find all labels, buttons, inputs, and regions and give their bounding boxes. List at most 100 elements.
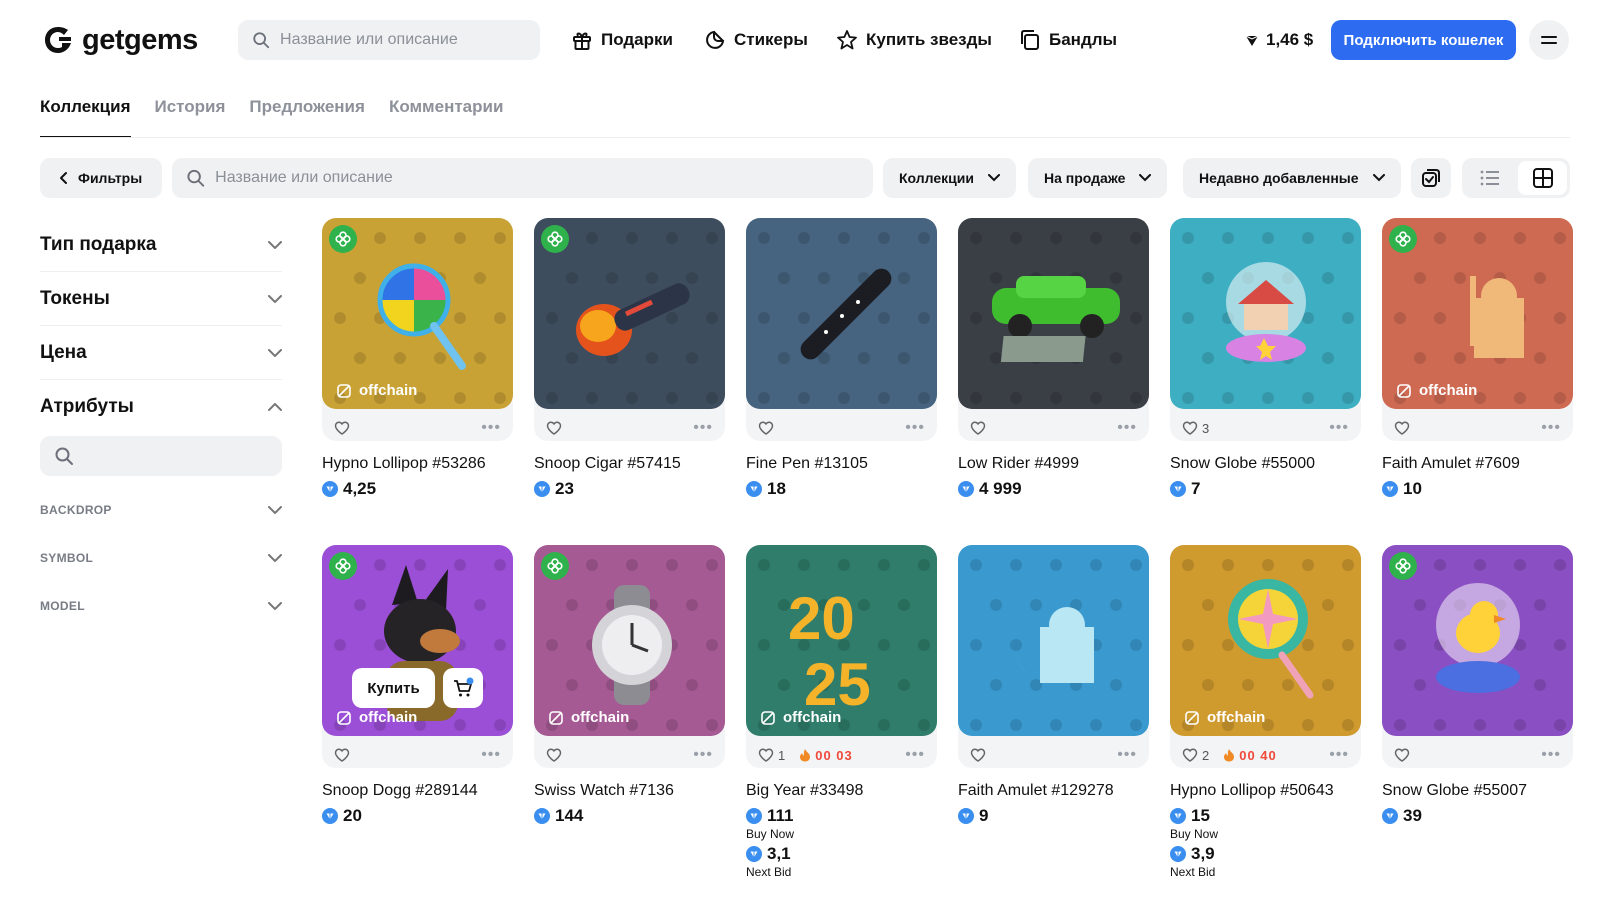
like-button[interactable] bbox=[334, 748, 354, 762]
like-button[interactable] bbox=[758, 421, 778, 435]
gift-card[interactable]: ••• Low Rider #4999 4 999 bbox=[958, 218, 1149, 499]
like-button[interactable]: 2 bbox=[1182, 748, 1209, 763]
connect-wallet-button[interactable]: Подключить кошелек bbox=[1331, 20, 1516, 60]
more-options-button[interactable]: ••• bbox=[905, 746, 925, 764]
select-mode-button[interactable] bbox=[1411, 158, 1451, 198]
clover-badge-icon bbox=[547, 231, 563, 247]
more-options-button[interactable]: ••• bbox=[1117, 746, 1137, 764]
gift-card[interactable]: 20 25 offchain 1 00 03 ••• Big Year #33498 111 B… bbox=[746, 545, 937, 879]
like-button[interactable] bbox=[546, 421, 566, 435]
gift-image[interactable]: offchain bbox=[534, 545, 725, 736]
gift-card[interactable]: ••• Snoop Cigar #57415 23 bbox=[534, 218, 725, 499]
gift-card[interactable]: offchain ••• Faith Amulet #7609 10 bbox=[1382, 218, 1573, 499]
like-button[interactable] bbox=[1394, 748, 1414, 762]
filter-gift-type[interactable]: Тип подарка bbox=[40, 218, 282, 272]
profile-tabs: Коллекция История Предложения Комментари… bbox=[40, 96, 503, 138]
chevron-down-icon bbox=[268, 348, 282, 357]
gift-price-value: 23 bbox=[555, 479, 574, 498]
more-options-button[interactable]: ••• bbox=[905, 419, 925, 437]
tab-collection[interactable]: Коллекция bbox=[40, 96, 131, 138]
gift-image[interactable]: 20 25 offchain bbox=[746, 545, 937, 736]
gift-image[interactable] bbox=[1170, 218, 1361, 409]
like-button[interactable] bbox=[970, 421, 990, 435]
gift-image[interactable]: offchain bbox=[322, 218, 513, 409]
offchain-tag: offchain bbox=[336, 709, 417, 726]
collections-dropdown[interactable]: Коллекции bbox=[883, 158, 1016, 198]
more-options-button[interactable]: ••• bbox=[1541, 746, 1561, 764]
nav-buy-stars-label: Купить звезды bbox=[866, 30, 992, 49]
sort-dropdown[interactable]: Недавно добавленные bbox=[1183, 158, 1401, 198]
filter-price[interactable]: Цена bbox=[40, 326, 282, 380]
more-options-button[interactable]: ••• bbox=[1329, 746, 1349, 764]
filters-label: Фильтры bbox=[78, 170, 143, 186]
top-search-input[interactable] bbox=[280, 31, 540, 49]
wallet-balance[interactable]: 1,46 $ bbox=[1244, 20, 1313, 60]
filters-button[interactable]: Фильтры bbox=[40, 158, 162, 198]
gift-image[interactable]: offchain bbox=[1382, 218, 1573, 409]
add-to-cart-button[interactable] bbox=[443, 668, 483, 708]
gift-card[interactable]: offchain ••• Swiss Watch #7136 144 bbox=[534, 545, 725, 826]
gift-card[interactable]: ••• Snow Globe #55007 39 bbox=[1382, 545, 1573, 826]
like-count: 1 bbox=[778, 747, 786, 763]
gift-price-value: 9 bbox=[979, 806, 989, 825]
bundle-icon bbox=[1021, 30, 1039, 50]
attribute-symbol[interactable]: SYMBOL bbox=[40, 534, 282, 582]
like-button[interactable]: 3 bbox=[1182, 421, 1209, 436]
heart-icon bbox=[1182, 421, 1198, 435]
attribute-model[interactable]: MODEL bbox=[40, 582, 282, 630]
gift-card[interactable]: ••• Faith Amulet #129278 9 bbox=[958, 545, 1149, 826]
gift-card[interactable]: 3 ••• Snow Globe #55000 7 bbox=[1170, 218, 1361, 499]
tab-history[interactable]: История bbox=[155, 96, 226, 138]
more-options-button[interactable]: ••• bbox=[1541, 419, 1561, 437]
list-view-button[interactable] bbox=[1465, 161, 1514, 195]
offchain-label: offchain bbox=[359, 382, 418, 399]
grid-view-button[interactable] bbox=[1518, 161, 1567, 195]
gift-name: Hypno Lollipop #53286 bbox=[322, 455, 486, 472]
nav-stickers[interactable]: Стикеры bbox=[704, 20, 808, 60]
collection-search[interactable] bbox=[172, 158, 873, 198]
menu-button[interactable] bbox=[1529, 20, 1569, 60]
gift-image[interactable]: offchain bbox=[1170, 545, 1361, 736]
more-options-button[interactable]: ••• bbox=[1329, 419, 1349, 437]
gift-image[interactable] bbox=[534, 218, 725, 409]
gift-card[interactable]: offchain 2 00 40 ••• Hypno Lollipop #50643 15… bbox=[1170, 545, 1361, 879]
gift-image[interactable] bbox=[746, 218, 937, 409]
gift-card[interactable]: ••• Fine Pen #13105 18 bbox=[746, 218, 937, 499]
gift-price-value: 10 bbox=[1403, 479, 1422, 498]
gift-name: Hypno Lollipop #50643 bbox=[1170, 782, 1334, 799]
gift-image[interactable] bbox=[958, 545, 1149, 736]
ton-coin-icon bbox=[1170, 481, 1186, 497]
logo[interactable]: getgems bbox=[42, 20, 198, 60]
status-dropdown[interactable]: На продаже bbox=[1028, 158, 1167, 198]
like-button[interactable] bbox=[334, 421, 354, 435]
attribute-backdrop[interactable]: BACKDROP bbox=[40, 486, 282, 534]
gift-card[interactable]: offchain ••• Hypno Lollipop #53286 4,25 bbox=[322, 218, 513, 499]
collection-search-input[interactable] bbox=[215, 169, 873, 187]
attribute-search-input[interactable] bbox=[40, 436, 282, 476]
more-options-button[interactable]: ••• bbox=[481, 746, 501, 764]
filter-tokens[interactable]: Токены bbox=[40, 272, 282, 326]
nav-bundles-label: Бандлы bbox=[1049, 30, 1118, 49]
more-options-button[interactable]: ••• bbox=[1117, 419, 1137, 437]
like-button[interactable]: 1 bbox=[758, 748, 785, 763]
tab-comments[interactable]: Комментарии bbox=[389, 96, 503, 138]
more-options-button[interactable]: ••• bbox=[481, 419, 501, 437]
gift-image[interactable]: offchain Купить bbox=[322, 545, 513, 736]
filter-attributes[interactable]: Атрибуты bbox=[40, 380, 282, 434]
like-button[interactable] bbox=[1394, 421, 1414, 435]
like-button[interactable] bbox=[546, 748, 566, 762]
like-button[interactable] bbox=[970, 748, 990, 762]
ton-coin-icon bbox=[746, 481, 762, 497]
nav-gifts[interactable]: Подарки bbox=[571, 20, 673, 60]
gift-card[interactable]: offchain Купить ••• Snoop Dogg #289144 20 bbox=[322, 545, 513, 826]
nav-buy-stars[interactable]: Купить звезды bbox=[836, 20, 992, 60]
nav-bundles[interactable]: Бандлы bbox=[1019, 20, 1117, 60]
more-options-button[interactable]: ••• bbox=[693, 746, 713, 764]
gift-image[interactable] bbox=[958, 218, 1149, 409]
more-options-button[interactable]: ••• bbox=[693, 419, 713, 437]
buy-button[interactable]: Купить bbox=[352, 668, 435, 708]
top-search[interactable] bbox=[238, 20, 540, 60]
offchain-tag: offchain bbox=[1184, 709, 1265, 726]
tab-offers[interactable]: Предложения bbox=[249, 96, 365, 138]
gift-image[interactable] bbox=[1382, 545, 1573, 736]
